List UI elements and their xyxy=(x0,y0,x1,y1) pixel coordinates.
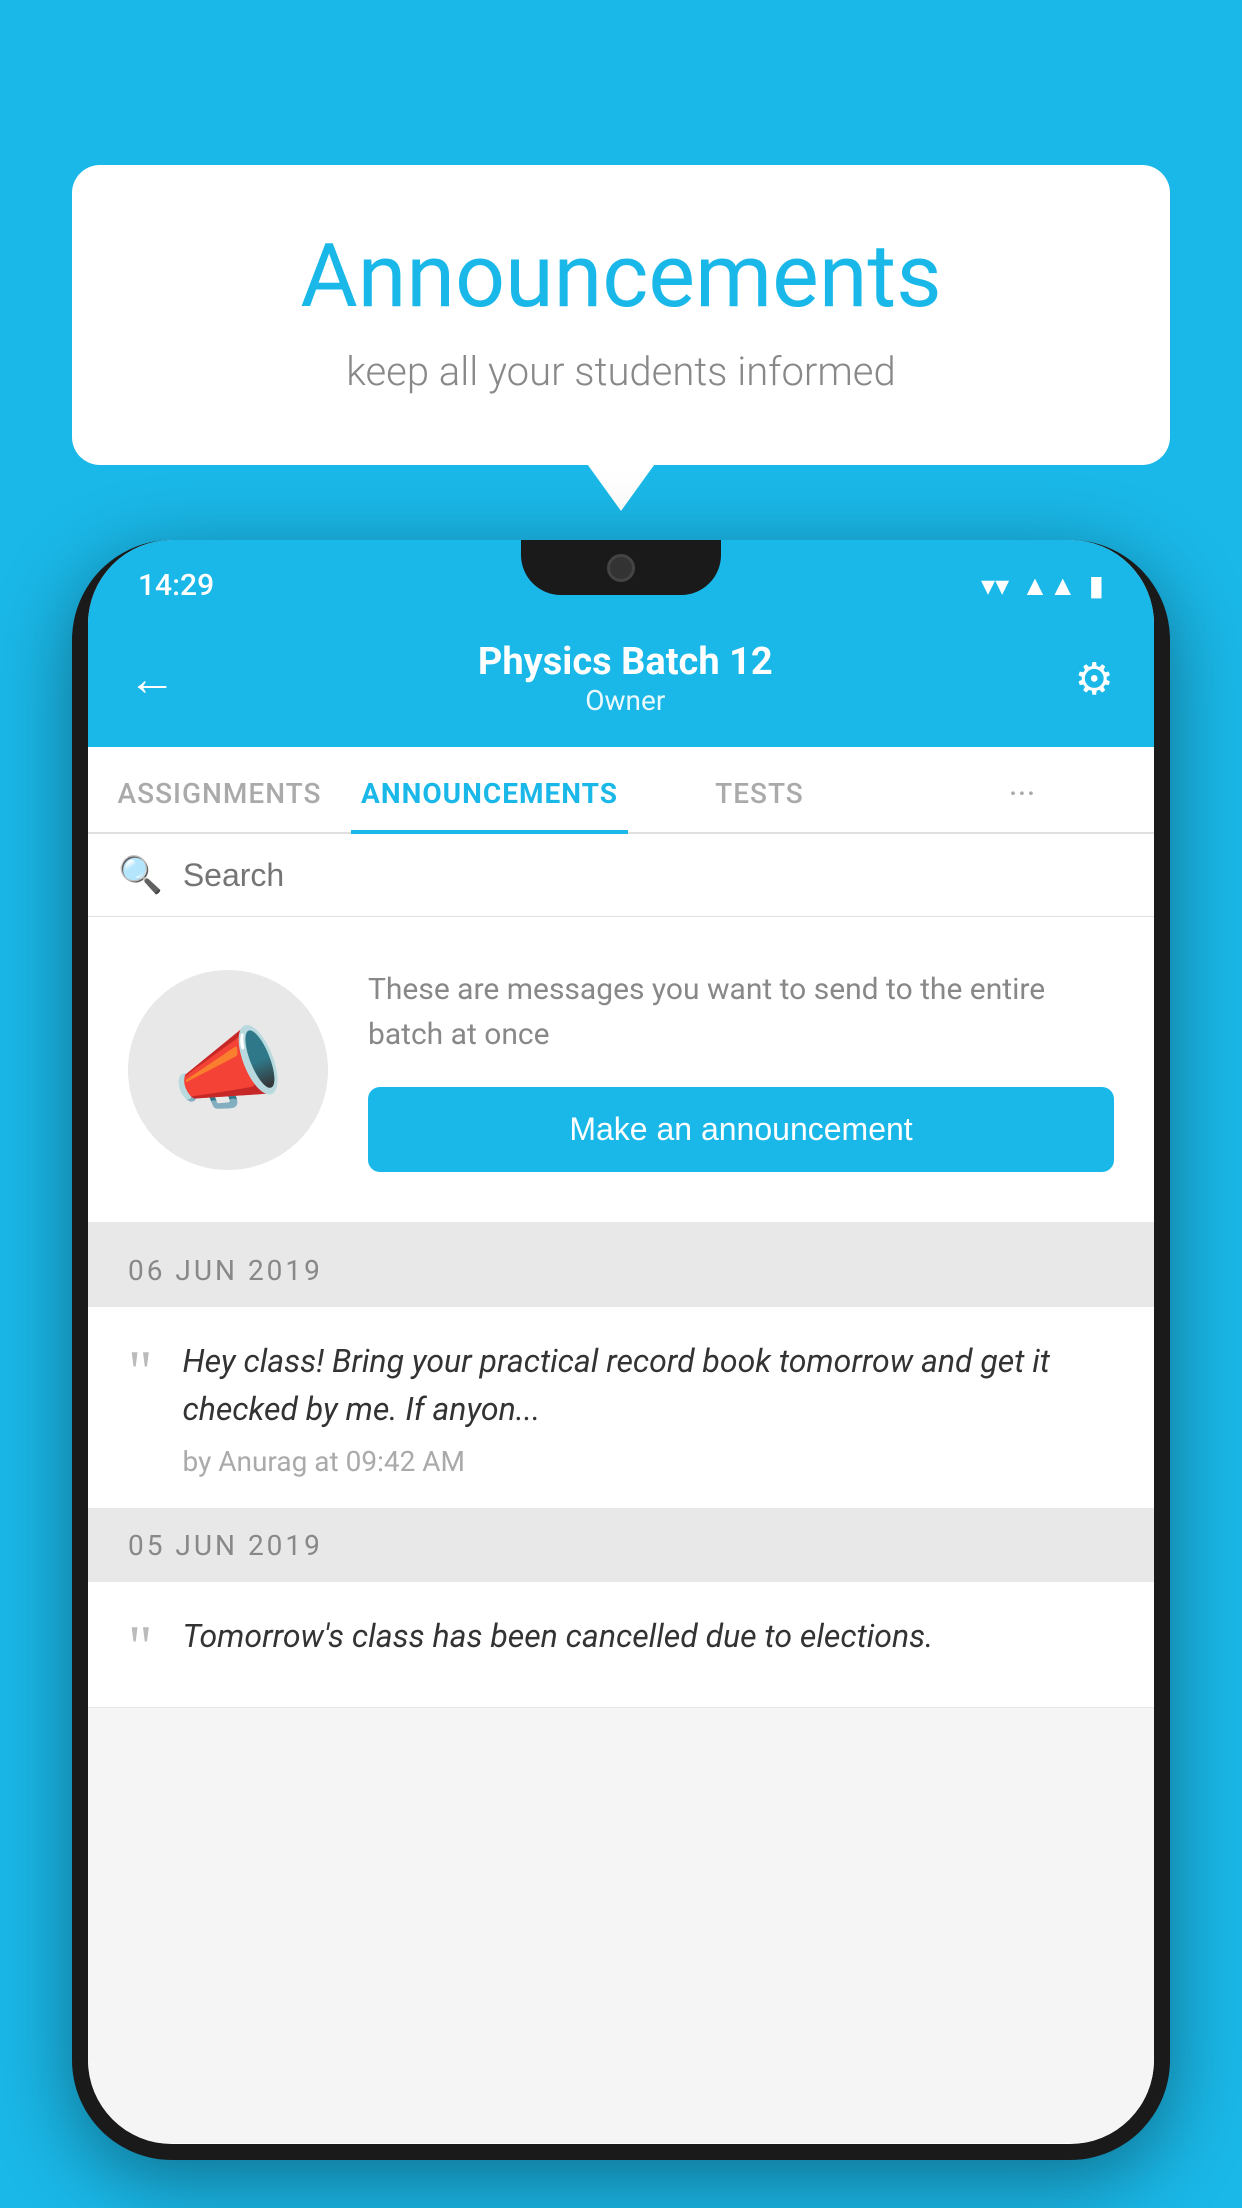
back-button[interactable]: ← xyxy=(128,650,176,707)
announcement-text-2: Tomorrow's class has been cancelled due … xyxy=(183,1612,1115,1660)
announcement-text-block-1: Hey class! Bring your practical record b… xyxy=(183,1337,1115,1478)
announcement-text-1: Hey class! Bring your practical record b… xyxy=(183,1337,1115,1433)
phone-frame: 14:29 ▾▾ ▲▲ ▮ ← Physics Batch 12 Owner ⚙… xyxy=(72,540,1170,2160)
tab-tests[interactable]: TESTS xyxy=(628,747,891,832)
promo-right: These are messages you want to send to t… xyxy=(368,967,1114,1172)
battery-icon: ▮ xyxy=(1089,569,1104,602)
status-time: 14:29 xyxy=(138,568,214,603)
speech-bubble: Announcements keep all your students inf… xyxy=(72,165,1170,465)
wifi-icon: ▾▾ xyxy=(981,569,1009,602)
gear-icon[interactable]: ⚙ xyxy=(1075,653,1114,705)
quote-icon-1: " xyxy=(128,1342,153,1402)
announcement-item-2[interactable]: " Tomorrow's class has been cancelled du… xyxy=(88,1582,1154,1708)
screen-inner: 14:29 ▾▾ ▲▲ ▮ ← Physics Batch 12 Owner ⚙… xyxy=(88,540,1154,2144)
tab-assignments[interactable]: ASSIGNMENTS xyxy=(88,747,351,832)
status-icons: ▾▾ ▲▲ ▮ xyxy=(981,569,1104,602)
signal-icon: ▲▲ xyxy=(1021,569,1076,602)
search-input[interactable] xyxy=(183,857,1124,894)
phone-notch xyxy=(521,540,721,595)
header-title-block: Physics Batch 12 Owner xyxy=(478,640,773,717)
bubble-title: Announcements xyxy=(152,225,1090,328)
announcement-item-1[interactable]: " Hey class! Bring your practical record… xyxy=(88,1307,1154,1509)
date-separator-2: 05 JUN 2019 xyxy=(88,1509,1154,1582)
tab-announcements[interactable]: ANNOUNCEMENTS xyxy=(351,747,628,832)
screen-content: 🔍 📣 These are messages you want to send … xyxy=(88,834,1154,2143)
tabs-bar: ASSIGNMENTS ANNOUNCEMENTS TESTS ··· xyxy=(88,747,1154,834)
announcement-meta-1: by Anurag at 09:42 AM xyxy=(183,1445,1115,1478)
speech-bubble-container: Announcements keep all your students inf… xyxy=(72,165,1170,465)
promo-text: These are messages you want to send to t… xyxy=(368,967,1114,1057)
app-header: ← Physics Batch 12 Owner ⚙ xyxy=(88,620,1154,747)
header-title: Physics Batch 12 xyxy=(478,640,773,684)
tab-more[interactable]: ··· xyxy=(891,747,1154,832)
bubble-subtitle: keep all your students informed xyxy=(152,348,1090,395)
phone-wrapper: 14:29 ▾▾ ▲▲ ▮ ← Physics Batch 12 Owner ⚙… xyxy=(72,540,1170,2208)
quote-icon-2: " xyxy=(128,1617,153,1677)
header-subtitle: Owner xyxy=(478,684,773,717)
megaphone-icon: 📣 xyxy=(172,1017,284,1122)
date-separator-1: 06 JUN 2019 xyxy=(88,1234,1154,1307)
search-bar[interactable]: 🔍 xyxy=(88,834,1154,917)
make-announcement-button[interactable]: Make an announcement xyxy=(368,1087,1114,1172)
announcement-promo: 📣 These are messages you want to send to… xyxy=(88,917,1154,1234)
promo-icon-circle: 📣 xyxy=(128,970,328,1170)
search-icon: 🔍 xyxy=(118,854,163,896)
phone-camera xyxy=(607,554,635,582)
announcement-text-block-2: Tomorrow's class has been cancelled due … xyxy=(183,1612,1115,1672)
